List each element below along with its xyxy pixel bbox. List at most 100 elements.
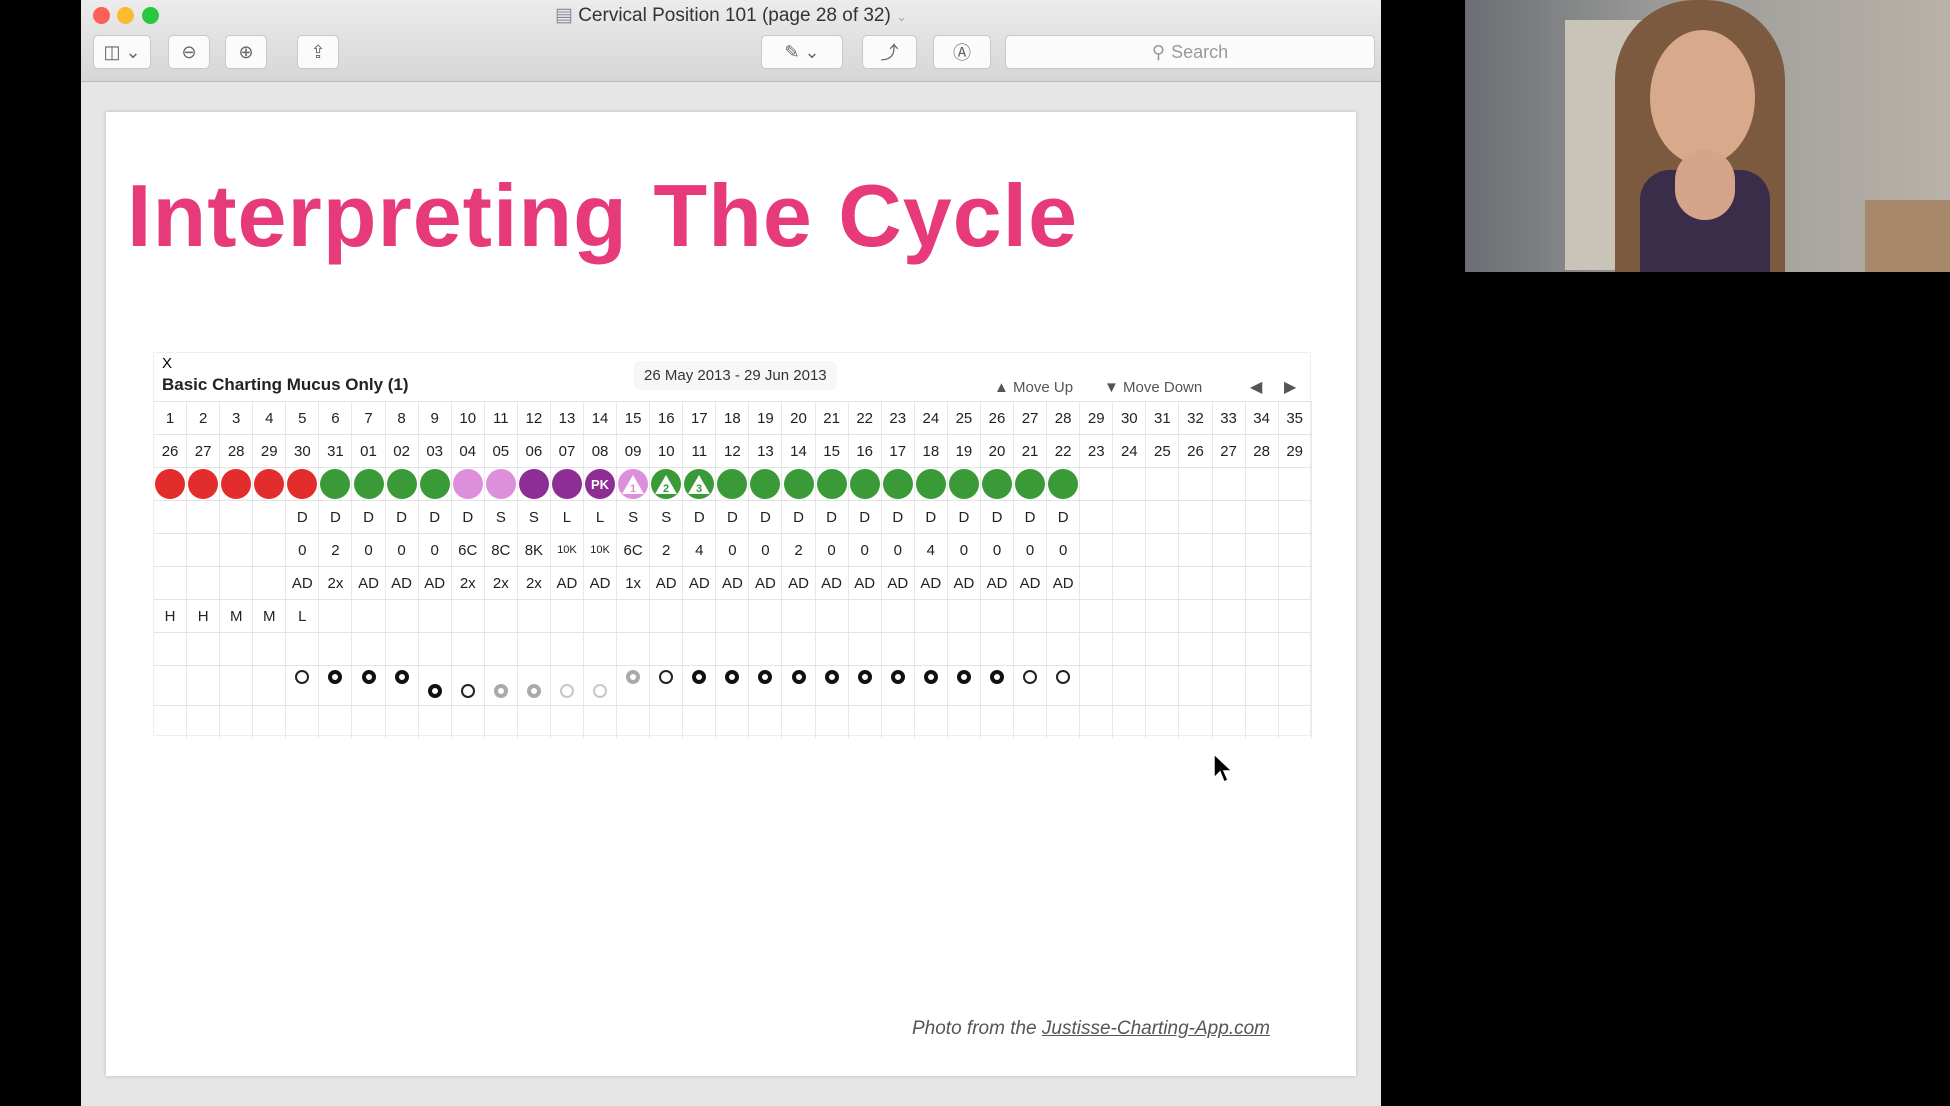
empty-row-cell (1047, 706, 1081, 738)
purple-sticker[interactable]: PK (585, 469, 616, 499)
pen-icon: ✎ ⌄ (784, 41, 820, 62)
green-sticker[interactable] (816, 469, 847, 499)
sidebar-toggle-button[interactable]: ◫ ⌄ (93, 35, 151, 69)
green-sticker[interactable]: 3 (684, 469, 715, 499)
cervix-row-cell (849, 666, 882, 706)
green-sticker[interactable] (717, 469, 748, 499)
charting-table: X Basic Charting Mucus Only (1) 26 May 2… (153, 352, 1312, 738)
day-number-row-cell: 30 (1113, 402, 1147, 434)
dresser (1865, 200, 1950, 272)
sensation-row-cell: S (485, 501, 518, 533)
green-sticker[interactable] (353, 469, 384, 499)
red-sticker[interactable] (221, 469, 252, 499)
green-sticker[interactable] (981, 469, 1012, 499)
empty-row-cell (1179, 706, 1213, 738)
red-sticker[interactable] (254, 469, 285, 499)
date-row-cell: 19 (948, 435, 981, 467)
red-sticker[interactable] (287, 469, 318, 499)
annotate-button[interactable]: Ⓐ (933, 35, 991, 69)
green-sticker[interactable] (948, 469, 979, 499)
frequency-row-cell: AD (716, 567, 750, 599)
zoom-out-button[interactable]: ⊖ (168, 35, 210, 69)
day-number-row-cell: 19 (749, 402, 783, 434)
cell-text: 13 (757, 442, 774, 460)
empty-row-cell (849, 633, 882, 665)
cell-text: 18 (724, 409, 741, 427)
frequency-row-cell: AD (882, 567, 915, 599)
date-row-cell: 03 (419, 435, 452, 467)
chart-grid: 1 2 3 4 5 6 7 8 9 10 11 12 13 14 15 16 17 18 19 20 21 22 23 24 2… (154, 401, 1312, 738)
sticker-row-cell (915, 468, 948, 500)
empty-row-cell (187, 706, 221, 738)
mucus-row-cell: 6C (452, 534, 485, 566)
chevron-down-icon[interactable]: ⌄ (896, 9, 907, 24)
green-sticker[interactable] (882, 469, 913, 499)
green-sticker[interactable] (386, 469, 417, 499)
rotate-button[interactable]: ⤴ (862, 35, 917, 69)
cervix-gray-dot-marker (493, 684, 508, 698)
cervix-row-cell (584, 666, 618, 706)
pink-sticker[interactable] (452, 469, 483, 499)
green-sticker[interactable] (783, 469, 814, 499)
empty-row (154, 632, 1312, 665)
markup-button[interactable]: ✎ ⌄ (761, 35, 843, 69)
cervix-dot-marker (692, 670, 707, 684)
pink-sticker[interactable] (485, 469, 516, 499)
credit-link[interactable]: Justisse-Charting-App.com (1042, 1018, 1270, 1039)
green-sticker[interactable] (1015, 469, 1046, 499)
share-button[interactable]: ⇪ (297, 35, 339, 69)
red-sticker[interactable] (188, 469, 219, 499)
previous-arrow-icon[interactable]: ◀ (1250, 377, 1262, 397)
frequency-row-cell: AD (1014, 567, 1048, 599)
cell-text: 33 (1220, 409, 1237, 427)
green-sticker[interactable] (1048, 469, 1079, 499)
cell-text: 11 (493, 409, 509, 427)
cervix-dot-marker (824, 670, 839, 684)
green-sticker[interactable] (849, 469, 880, 499)
sticker-row-cell (220, 468, 254, 500)
cell-text: H (164, 607, 176, 625)
day-number-row-cell: 18 (716, 402, 750, 434)
move-up-button[interactable]: ▲ Move Up (994, 379, 1073, 396)
cervix-row-cell (1146, 666, 1180, 706)
cervix-row-cell (452, 666, 485, 706)
sensation-row-cell: D (948, 501, 981, 533)
sensation-row-cell: D (981, 501, 1015, 533)
green-sticker[interactable] (320, 469, 351, 499)
sticker-row-cell (419, 468, 452, 500)
green-sticker[interactable] (419, 469, 450, 499)
day-number-row-cell: 9 (419, 402, 452, 434)
next-arrow-icon[interactable]: ▶ (1284, 377, 1296, 397)
cell-text: 18 (922, 442, 940, 460)
day-number-row-cell: 12 (518, 402, 551, 434)
cervix-dot-marker (427, 684, 442, 698)
sensation-row-cell: D (716, 501, 750, 533)
green-sticker[interactable] (915, 469, 946, 499)
search-input[interactable]: ⚲ Search (1005, 35, 1375, 69)
flow-row-cell (716, 600, 750, 632)
cell-text: 0 (298, 541, 307, 559)
close-chart-button[interactable]: X (162, 355, 172, 372)
red-sticker[interactable] (155, 469, 186, 499)
cell-text: 05 (492, 442, 510, 460)
cell-text: 27 (194, 442, 212, 460)
purple-sticker[interactable] (551, 469, 582, 499)
cervix-row-cell (187, 666, 221, 706)
date-row-cell: 18 (915, 435, 948, 467)
cell-text: 10K (590, 544, 610, 556)
sensation-row-cell: L (584, 501, 618, 533)
day-number-row-cell: 21 (816, 402, 849, 434)
green-sticker[interactable]: 2 (651, 469, 682, 499)
sensation-row-cell: D (352, 501, 386, 533)
sensation-row-cell: D (386, 501, 419, 533)
cervix-row-cell (882, 666, 915, 706)
green-sticker[interactable] (750, 469, 781, 499)
zoom-in-button[interactable]: ⊕ (225, 35, 267, 69)
move-down-button[interactable]: ▼ Move Down (1104, 379, 1202, 396)
sensation-row-cell: L (551, 501, 585, 533)
sensation-row-cell (187, 501, 221, 533)
purple-sticker[interactable] (518, 469, 549, 499)
cervix-row-cell (1047, 666, 1081, 706)
pink-sticker[interactable]: 1 (618, 469, 649, 499)
cell-text: 2 (794, 541, 803, 559)
